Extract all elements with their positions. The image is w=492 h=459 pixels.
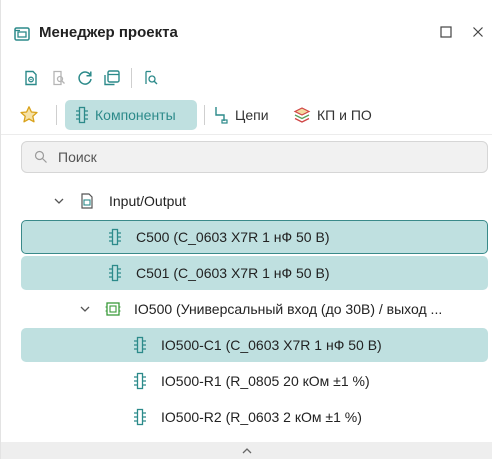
- block-icon: [104, 300, 122, 318]
- document-icon: [78, 192, 96, 210]
- toolbar-separator: [56, 105, 57, 125]
- divider: [1, 134, 492, 135]
- toolbar: [1, 64, 492, 92]
- tree-item-input-output[interactable]: Input/Output: [21, 184, 488, 218]
- title-bar: Менеджер проекта: [1, 0, 492, 56]
- tree-item-io500[interactable]: IO500 (Универсальный вход (до 30В) / вых…: [21, 292, 488, 326]
- chevron-down-icon[interactable]: [52, 194, 66, 208]
- tab-components-label: Компоненты: [95, 107, 176, 123]
- tree-item-io500-r2[interactable]: IO500-R2 (R_0603 2 кОм ±1 %): [21, 400, 488, 434]
- panel-title: Менеджер проекта: [39, 24, 178, 41]
- tree-item-label: Input/Output: [109, 193, 187, 209]
- tree-item-label: IO500-C1 (C_0603 X7R 1 нФ 50 В): [161, 337, 382, 353]
- tree-item-c500[interactable]: C500 (C_0603 X7R 1 нФ 50 В): [21, 220, 488, 254]
- component-icon: [75, 106, 89, 124]
- component-icon: [131, 336, 149, 354]
- copy-window-icon[interactable]: [102, 68, 122, 88]
- toolbar-separator: [204, 105, 205, 125]
- component-icon: [131, 408, 149, 426]
- tree-item-label: IO500 (Универсальный вход (до 30В) / вых…: [134, 301, 443, 317]
- tree-item-label: IO500-R2 (R_0603 2 кОм ±1 %): [161, 409, 362, 425]
- search-input[interactable]: [56, 148, 480, 166]
- tab-nets-label: Цепи: [235, 107, 269, 123]
- tab-pads[interactable]: КП и ПО: [293, 100, 393, 130]
- refresh-icon[interactable]: [75, 68, 95, 88]
- tab-pads-label: КП и ПО: [317, 107, 372, 123]
- document-view-icon[interactable]: [21, 68, 41, 88]
- view-tabs: Компоненты Цепи КП и ПО: [1, 100, 492, 130]
- toolbar-separator: [131, 68, 132, 88]
- search-box: [21, 141, 488, 173]
- tree-item-label: IO500-R1 (R_0805 20 кОм ±1 %): [161, 373, 370, 389]
- chevron-down-icon[interactable]: [78, 302, 92, 316]
- tree-item-label: C500 (C_0603 X7R 1 нФ 50 В): [136, 229, 330, 245]
- component-icon: [106, 228, 124, 246]
- favorites-star-icon[interactable]: [19, 105, 39, 125]
- component-icon: [131, 372, 149, 390]
- project-manager-panel: Менеджер проекта Компоненты Цепи КП и ПО…: [0, 0, 492, 459]
- tab-components[interactable]: Компоненты: [65, 100, 197, 130]
- tab-nets[interactable]: Цепи: [213, 100, 283, 130]
- scroll-up-bar[interactable]: [1, 442, 492, 459]
- chevron-up-icon[interactable]: [241, 447, 253, 455]
- pad-layers-icon: [293, 106, 311, 124]
- component-icon: [106, 264, 124, 282]
- close-icon[interactable]: [470, 24, 486, 40]
- tree-item-c501[interactable]: C501 (C_0603 X7R 1 нФ 50 В): [21, 256, 488, 290]
- tree-item-io500-r1[interactable]: IO500-R1 (R_0805 20 кОм ±1 %): [21, 364, 488, 398]
- project-manager-icon: [14, 26, 30, 47]
- maximize-icon[interactable]: [438, 24, 454, 40]
- tree-item-io500-c1[interactable]: IO500-C1 (C_0603 X7R 1 нФ 50 В): [21, 328, 488, 362]
- search-icon: [34, 150, 48, 164]
- tree-item-label: C501 (C_0603 X7R 1 нФ 50 В): [136, 265, 330, 281]
- zoom-select-icon[interactable]: [49, 68, 69, 88]
- net-icon: [213, 106, 229, 124]
- find-icon[interactable]: [141, 68, 161, 88]
